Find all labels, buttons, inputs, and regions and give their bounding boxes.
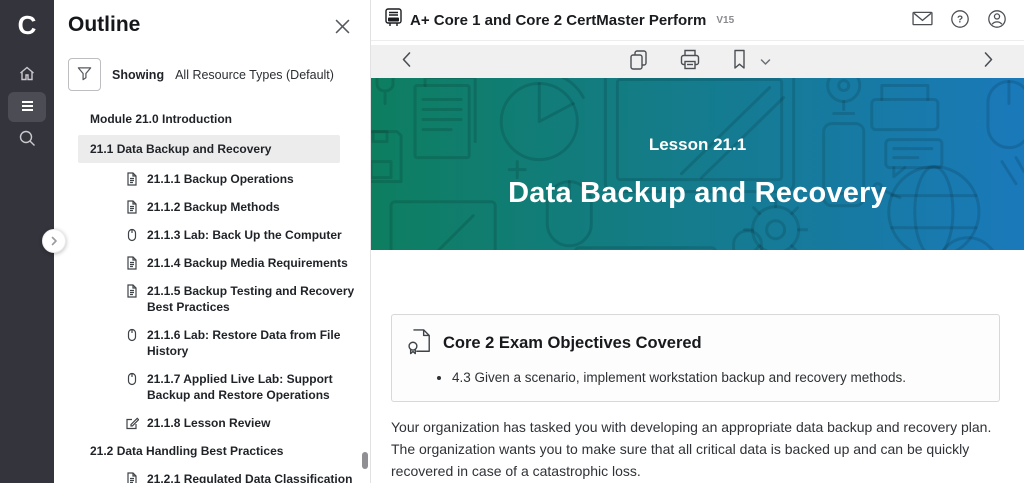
- outline-item-label: 21.1.1 Backup Operations: [147, 171, 294, 187]
- comptia-logo: C: [18, 8, 37, 42]
- collapse-outline-button[interactable]: [42, 229, 66, 253]
- copy-button[interactable]: [625, 46, 652, 77]
- chevron-right-icon: [49, 234, 59, 249]
- ereader-icon: [385, 8, 402, 32]
- close-outline-button[interactable]: [331, 15, 354, 41]
- bookmark-group: [728, 46, 774, 76]
- help-button[interactable]: ?: [947, 6, 973, 35]
- outline-title: Outline: [68, 13, 140, 37]
- previous-page-button[interactable]: [397, 48, 416, 74]
- outline-item-label: 21.1.5 Backup Testing and Recovery Best …: [147, 283, 356, 315]
- document-icon: [125, 256, 139, 270]
- outline-panel: Outline Showing All Resource Types (Defa…: [54, 0, 371, 483]
- filter-row: Showing All Resource Types (Default): [54, 50, 370, 105]
- outline-item-label: 21.1.6 Lab: Restore Data from File Histo…: [147, 327, 356, 359]
- lesson-title: Data Backup and Recovery: [508, 177, 887, 210]
- close-icon: [335, 22, 350, 37]
- chevron-right-icon: [982, 51, 995, 71]
- outline-item[interactable]: 21.1.3 Lab: Back Up the Computer: [54, 221, 370, 249]
- home-icon: [18, 65, 36, 86]
- outline-item-lesson[interactable]: 21.2 Data Handling Best Practices: [54, 437, 370, 465]
- intro-paragraph: Your organization has tasked you with de…: [391, 417, 1000, 483]
- outline-item[interactable]: 21.1.2 Backup Methods: [54, 193, 370, 221]
- lab-mouse-icon: [125, 228, 139, 242]
- outline-item-label: 21.2 Data Handling Best Practices: [90, 443, 283, 459]
- search-icon: [18, 129, 36, 150]
- search-button[interactable]: [8, 124, 46, 154]
- print-button[interactable]: [676, 46, 704, 76]
- outline-item-label: 21.1 Data Backup and Recovery: [90, 141, 271, 157]
- course-version-badge: V15: [716, 15, 734, 26]
- document-icon: [125, 472, 139, 483]
- outline-item-label: 21.1.2 Backup Methods: [147, 199, 280, 215]
- bookmark-icon: [731, 49, 748, 73]
- exam-objectives-box: Core 2 Exam Objectives Covered 4.3 Given…: [391, 314, 1000, 402]
- account-icon: [987, 9, 1007, 32]
- outline-toggle-button[interactable]: [8, 92, 46, 122]
- document-icon: [125, 200, 139, 214]
- outline-item-label: 21.1.8 Lesson Review: [147, 415, 270, 431]
- outline-item-label: 21.1.4 Backup Media Requirements: [147, 255, 348, 271]
- outline-tree: Module 21.0 Introduction 21.1 Data Backu…: [54, 105, 370, 483]
- showing-value[interactable]: All Resource Types (Default): [175, 68, 334, 82]
- banner-text: Lesson 21.1 Data Backup and Recovery: [371, 78, 1024, 250]
- objective-item: 4.3 Given a scenario, implement workstat…: [452, 368, 981, 388]
- outline-item-lesson-selected[interactable]: 21.1 Data Backup and Recovery: [78, 135, 340, 163]
- lab-mouse-icon: [125, 328, 139, 342]
- lesson-banner: Lesson 21.1 Data Backup and Recovery: [371, 78, 1024, 250]
- svg-text:?: ?: [957, 14, 963, 25]
- bookmark-button[interactable]: [728, 46, 751, 76]
- objectives-title: Core 2 Exam Objectives Covered: [443, 334, 702, 353]
- outline-item[interactable]: 21.1.4 Backup Media Requirements: [54, 249, 370, 277]
- home-button[interactable]: [8, 60, 46, 90]
- document-icon: [125, 172, 139, 186]
- certificate-icon: [406, 328, 432, 360]
- mail-icon: [912, 10, 933, 30]
- lab-mouse-icon: [125, 372, 139, 386]
- showing-label: Showing: [112, 68, 164, 82]
- account-button[interactable]: [984, 6, 1010, 35]
- rail-items: [8, 60, 46, 154]
- outline-item[interactable]: 21.1.8 Lesson Review: [54, 409, 370, 437]
- filter-funnel-icon: [76, 65, 93, 85]
- copy-icon: [628, 49, 649, 74]
- outline-item-label: 21.1.7 Applied Live Lab: Support Backup …: [147, 371, 356, 403]
- print-icon: [679, 49, 701, 73]
- chevron-down-icon: [760, 54, 771, 69]
- course-title-wrap: A+ Core 1 and Core 2 CertMaster Perform …: [385, 8, 734, 32]
- document-icon: [125, 284, 139, 298]
- outline-item[interactable]: 21.1.6 Lab: Restore Data from File Histo…: [54, 321, 370, 365]
- header-actions: ?: [909, 6, 1010, 35]
- toolbar-center-group: [625, 46, 774, 77]
- objectives-list: 4.3 Given a scenario, implement workstat…: [452, 368, 981, 388]
- outline-item[interactable]: 21.1.7 Applied Live Lab: Support Backup …: [54, 365, 370, 409]
- help-icon: ?: [950, 9, 970, 32]
- outline-header: Outline: [54, 0, 370, 50]
- course-header: A+ Core 1 and Core 2 CertMaster Perform …: [371, 0, 1024, 41]
- outline-item-label: Module 21.0 Introduction: [90, 111, 232, 127]
- outline-item-module[interactable]: Module 21.0 Introduction: [54, 105, 370, 133]
- outline-item-label: 21.1.3 Lab: Back Up the Computer: [147, 227, 342, 243]
- chevron-left-icon: [400, 51, 413, 71]
- main-content: A+ Core 1 and Core 2 CertMaster Perform …: [371, 0, 1024, 483]
- list-icon: [18, 97, 36, 118]
- filter-button[interactable]: [68, 58, 101, 91]
- outline-item-label: 21.2.1 Regulated Data Classification: [147, 471, 352, 483]
- objectives-title-row: Core 2 Exam Objectives Covered: [406, 328, 981, 360]
- outline-item[interactable]: 21.1.5 Backup Testing and Recovery Best …: [54, 277, 370, 321]
- messages-button[interactable]: [909, 7, 936, 33]
- outline-item[interactable]: 21.2.1 Regulated Data Classification: [54, 465, 370, 483]
- outline-scrollbar-thumb[interactable]: [362, 452, 368, 469]
- outline-item[interactable]: 21.1.1 Backup Operations: [54, 165, 370, 193]
- bookmark-menu-button[interactable]: [757, 51, 774, 72]
- next-page-button[interactable]: [979, 48, 998, 74]
- lesson-review-icon: [125, 416, 139, 430]
- lesson-number: Lesson 21.1: [649, 135, 746, 155]
- lesson-content: Core 2 Exam Objectives Covered 4.3 Given…: [371, 250, 1024, 483]
- lesson-toolbar: [371, 45, 1024, 77]
- course-title: A+ Core 1 and Core 2 CertMaster Perform: [410, 12, 706, 29]
- app-window: C Outline: [0, 0, 1024, 483]
